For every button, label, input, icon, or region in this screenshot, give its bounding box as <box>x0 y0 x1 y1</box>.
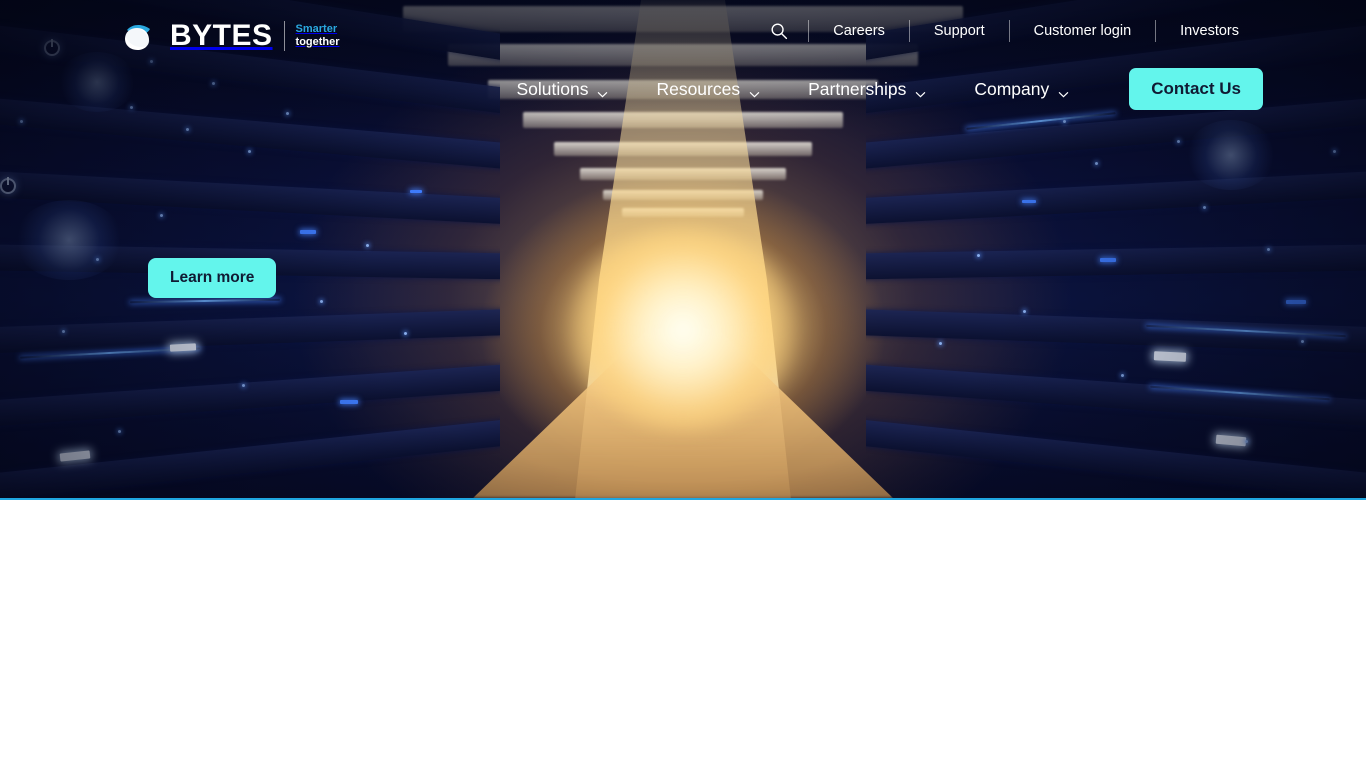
logo-divider <box>283 21 285 51</box>
logo-tagline-line1: Smarter <box>295 23 338 36</box>
nav-item-partnerships[interactable]: Partnerships <box>784 79 950 100</box>
chevron-down-icon <box>597 84 608 98</box>
nav-item-label: Resources <box>656 78 741 99</box>
learn-more-button[interactable]: Learn more <box>148 258 277 298</box>
search-icon[interactable] <box>768 20 790 42</box>
logo-wordmark: BYTES <box>170 19 273 52</box>
hero-banner: BYTES Smarter together Careers Support C… <box>0 0 1366 500</box>
utility-link-support[interactable]: Support <box>910 23 1009 39</box>
nav-item-solutions[interactable]: Solutions <box>492 79 632 100</box>
utility-navigation: Careers Support Customer login Investors <box>768 20 1263 42</box>
nav-item-label: Solutions <box>516 78 589 99</box>
bytes-swoosh-logo-icon <box>118 16 158 56</box>
chevron-down-icon <box>749 84 760 98</box>
intro-section: Let’s do great things for your business … <box>0 500 1366 766</box>
nav-item-label: Partnerships <box>808 78 907 99</box>
main-navigation: Solutions Resources Partnerships Company <box>492 68 1263 110</box>
utility-link-customer-login[interactable]: Customer login <box>1010 23 1156 39</box>
chevron-down-icon <box>915 84 926 98</box>
nav-item-resources[interactable]: Resources <box>632 79 784 100</box>
logo[interactable]: BYTES Smarter together <box>118 16 340 56</box>
nav-item-label: Company <box>974 78 1050 99</box>
utility-link-investors[interactable]: Investors <box>1156 23 1263 39</box>
utility-link-careers[interactable]: Careers <box>809 23 909 39</box>
logo-tagline-line2: together <box>295 36 340 48</box>
chevron-down-icon <box>1058 84 1069 98</box>
nav-item-company[interactable]: Company <box>950 79 1093 100</box>
logo-tagline: Smarter together <box>296 23 340 49</box>
contact-us-button[interactable]: Contact Us <box>1129 68 1263 110</box>
